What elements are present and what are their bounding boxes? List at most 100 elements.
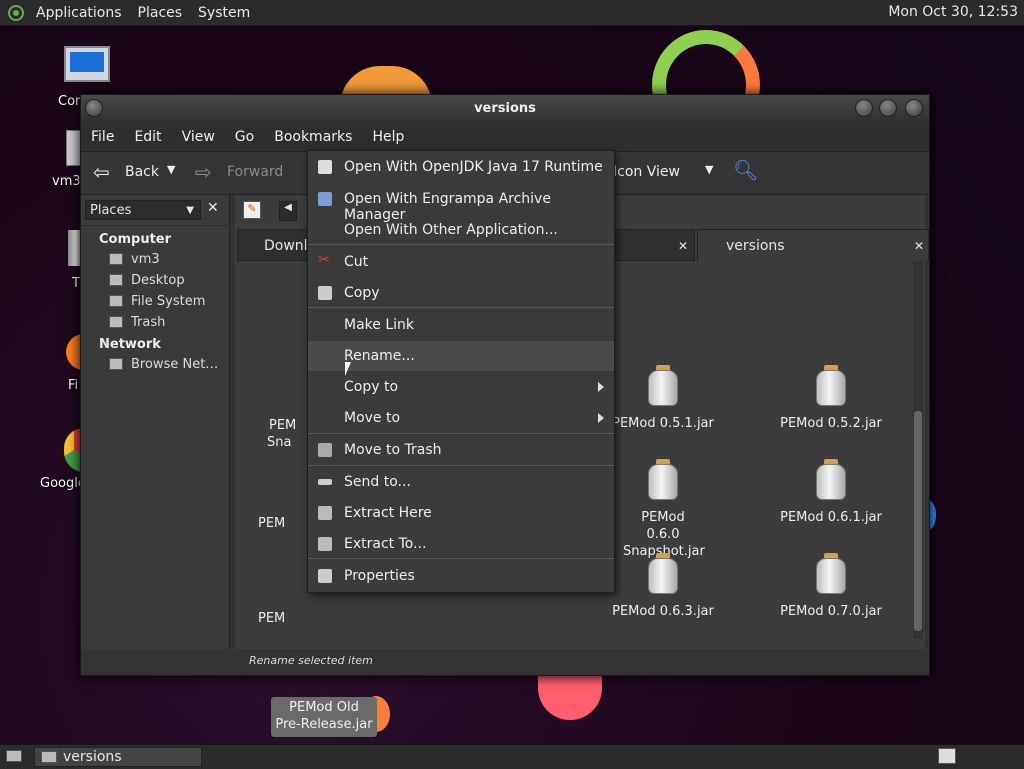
sidebar-item-trash[interactable]: Trash — [81, 312, 229, 333]
context-menu: Open With OpenJDK Java 17 Runtime Open W… — [307, 150, 615, 593]
menu-item-extract-to[interactable]: Extract To... — [308, 529, 614, 559]
window-titlebar[interactable]: versions — [81, 95, 929, 123]
view-mode-select[interactable]: Icon View — [613, 164, 680, 180]
menu-separator — [308, 465, 614, 466]
sidebar-item-label: File System — [131, 294, 206, 309]
vertical-scrollbar[interactable] — [913, 261, 923, 639]
chevron-down-icon: ▼ — [186, 205, 194, 216]
back-history-dropdown[interactable]: ▼ — [167, 163, 175, 176]
trash-icon — [318, 443, 332, 457]
java-icon — [318, 160, 332, 174]
places-menu[interactable]: Places — [130, 5, 191, 21]
jar-file-icon — [648, 459, 678, 501]
menu-item-label: Copy to — [344, 379, 399, 395]
menu-item-label: Send to... — [344, 474, 411, 490]
menu-item-open-with-other[interactable]: Open With Other Application... — [308, 215, 614, 245]
file-item[interactable]: PEMod 0.7.0.jar — [761, 553, 901, 623]
menu-item-label: Open With OpenJDK Java 17 Runtime — [344, 159, 603, 175]
menu-file[interactable]: File — [81, 129, 124, 145]
places-select[interactable]: Places ▼ — [85, 200, 201, 220]
menu-item-label: Move to — [344, 410, 401, 426]
menu-item-open-with-engrampa[interactable]: Open With Engrampa Archive Manager — [308, 184, 614, 223]
menu-item-move-to[interactable]: Move to — [308, 403, 614, 433]
selected-file-item[interactable]: PEMod Old Pre-Release.jar — [271, 697, 377, 737]
menu-edit[interactable]: Edit — [124, 129, 171, 145]
menu-item-send-to[interactable]: Send to... — [308, 467, 614, 497]
sidebar-item-desktop[interactable]: Desktop — [81, 270, 229, 291]
menu-item-label: Extract Here — [344, 505, 432, 521]
back-button[interactable]: Back — [125, 164, 159, 180]
menu-bookmarks[interactable]: Bookmarks — [264, 129, 362, 145]
taskbar-window-button[interactable]: versions — [34, 747, 202, 767]
trash-icon — [109, 316, 123, 328]
menu-item-copy[interactable]: Copy — [308, 278, 614, 308]
workspace-switcher[interactable] — [938, 748, 956, 764]
close-sidebar-icon[interactable]: ✕ — [207, 200, 219, 216]
menu-item-label: Rename... — [344, 348, 415, 364]
sidebar-item-file-system[interactable]: File System — [81, 291, 229, 312]
sidebar-item-vm3[interactable]: vm3 — [81, 249, 229, 270]
sidebar-item-label: Desktop — [131, 273, 185, 288]
drive-icon — [109, 295, 123, 307]
menu-view[interactable]: View — [172, 129, 225, 145]
location-left-arrow-icon[interactable]: ◀ — [279, 201, 297, 221]
close-tab-icon[interactable]: ✕ — [914, 230, 924, 262]
menu-item-copy-to[interactable]: Copy to — [308, 372, 614, 402]
scrollbar-thumb[interactable] — [914, 411, 922, 631]
menu-item-label: Open With Other Application... — [344, 222, 558, 238]
tab-versions[interactable]: versions ✕ — [697, 229, 929, 261]
menu-item-label: Make Link — [344, 317, 414, 333]
places-select-label: Places — [90, 203, 132, 218]
menu-separator — [308, 244, 614, 245]
sidebar-item-browse-network[interactable]: Browse Net… — [81, 354, 229, 375]
menu-item-cut[interactable]: ✂ Cut — [308, 247, 614, 277]
menu-item-move-to-trash[interactable]: Move to Trash — [308, 435, 614, 465]
file-item[interactable]: PEMod 0.6.1.jar — [761, 459, 901, 529]
jar-file-icon — [816, 365, 846, 407]
copy-icon — [318, 286, 332, 300]
menu-item-label: Extract To... — [344, 536, 427, 552]
mouse-cursor — [345, 362, 351, 376]
clock[interactable]: Mon Oct 30, 12:53 — [888, 4, 1018, 20]
close-tab-icon[interactable]: ✕ — [678, 230, 688, 262]
maximize-button[interactable] — [879, 99, 897, 117]
menu-item-properties[interactable]: Properties — [308, 561, 614, 591]
network-icon — [109, 358, 123, 370]
applications-menu[interactable]: Applications — [28, 5, 130, 21]
menu-item-make-link[interactable]: Make Link — [308, 310, 614, 340]
minimize-button[interactable] — [855, 99, 873, 117]
back-arrow-icon[interactable]: ⇦ — [93, 160, 110, 184]
wallpaper-pink-blob — [538, 674, 602, 720]
folder-icon — [41, 751, 57, 763]
desktop-icon — [109, 274, 123, 286]
menu-separator — [308, 433, 614, 434]
show-desktop-icon[interactable] — [6, 750, 22, 762]
close-button[interactable] — [905, 99, 923, 117]
sidebar-heading-computer: Computer — [99, 232, 172, 247]
system-menu[interactable]: System — [190, 5, 258, 21]
file-label: PEMod 0.7.0.jar — [780, 604, 882, 619]
bottom-panel: versions — [0, 744, 1024, 769]
edit-location-icon[interactable]: ✎ — [243, 201, 261, 219]
menu-go[interactable]: Go — [225, 129, 264, 145]
status-bar: Rename selected item — [249, 654, 373, 667]
computer-icon — [64, 46, 110, 82]
menubar: File Edit View Go Bookmarks Help — [81, 123, 929, 151]
menu-item-open-with-java[interactable]: Open With OpenJDK Java 17 Runtime — [308, 152, 614, 182]
jar-file-icon — [648, 553, 678, 595]
menu-item-extract-here[interactable]: Extract Here — [308, 498, 614, 528]
taskbar-window-label: versions — [63, 749, 122, 765]
jar-file-icon — [816, 553, 846, 595]
menu-item-label: Cut — [344, 254, 369, 270]
jar-file-icon — [648, 365, 678, 407]
forward-button[interactable]: Forward — [227, 164, 283, 180]
file-label-hidden: PEM — [258, 611, 286, 626]
search-icon[interactable]: 🔍︎ — [733, 158, 758, 182]
view-mode-dropdown-icon[interactable]: ▼ — [705, 163, 713, 176]
main-menu-icon[interactable] — [8, 4, 24, 21]
file-item[interactable]: PEMod 0.5.2.jar — [761, 365, 901, 435]
menu-help[interactable]: Help — [362, 129, 414, 145]
menu-item-rename[interactable]: Rename... — [308, 341, 614, 371]
tab-label: versions — [726, 238, 785, 254]
forward-arrow-icon[interactable]: ⇨ — [195, 160, 212, 184]
